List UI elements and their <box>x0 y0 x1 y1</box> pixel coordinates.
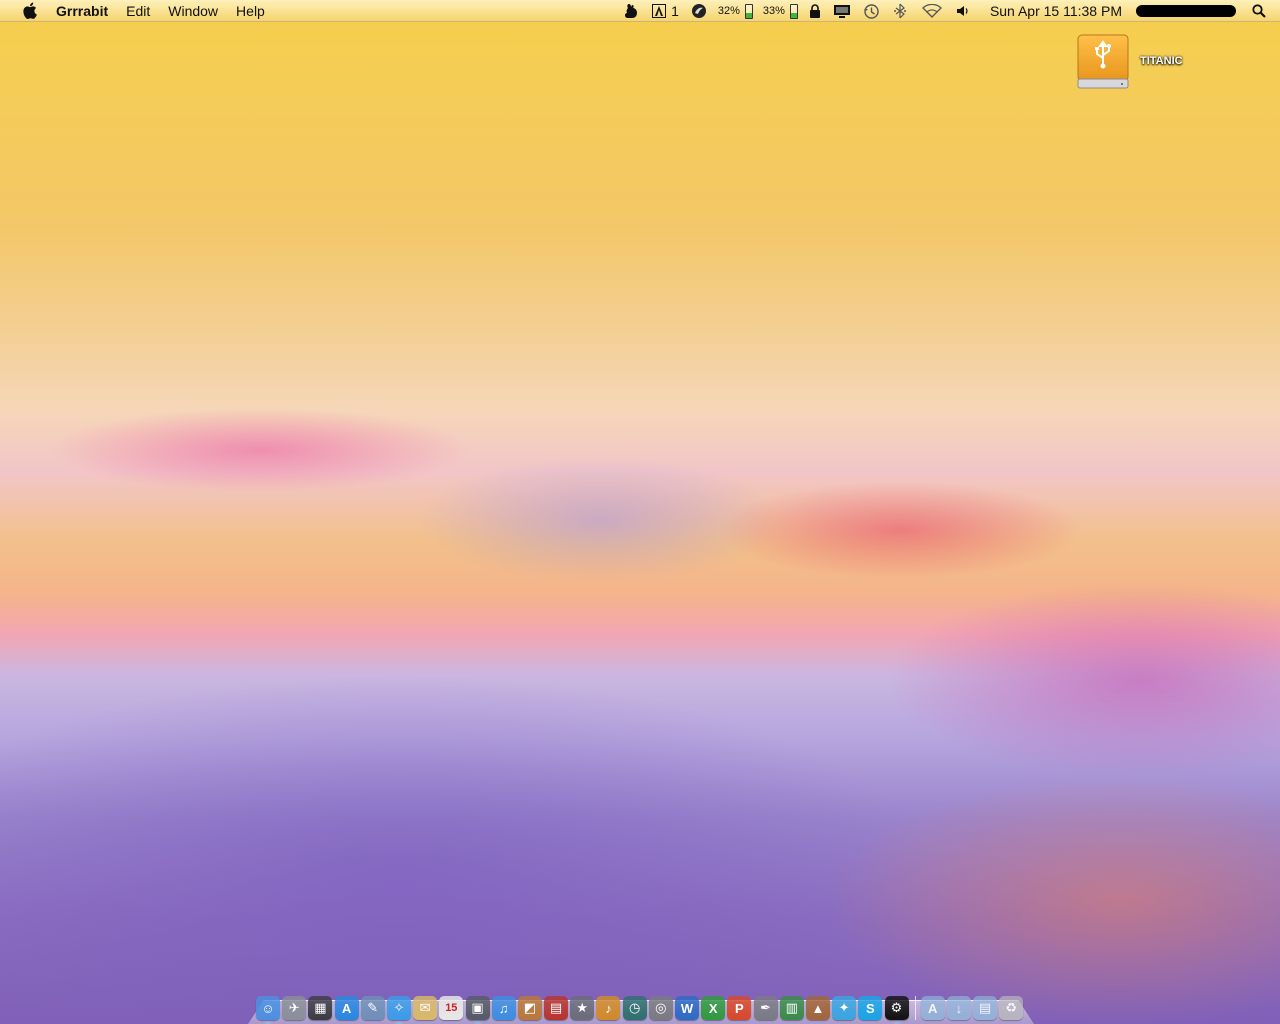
dock-iphoto-icon[interactable]: ◩ <box>517 996 542 1020</box>
volume-icon[interactable] <box>956 0 970 22</box>
dock-downloads-stack-icon[interactable]: ↓ <box>946 996 971 1020</box>
desktop-wallpaper <box>0 0 1280 1024</box>
dock: ☺ ✈ ▦ A ✎ ✧ ✉ 15 ▣ ♫ ◩ ▤ ★ ♪ ◷ ◎ W X P ✒ ▥ ▲ ✦ S ⚙ A ↓ ▤ ♻ <box>248 986 1034 1024</box>
dock-app-store-icon[interactable]: A <box>334 996 359 1020</box>
dock-garageband-icon[interactable]: ♪ <box>596 996 621 1020</box>
battery-indicator-1[interactable]: 32% <box>718 0 753 22</box>
dock-notes-icon[interactable]: ✉ <box>413 996 438 1020</box>
dock-powerpoint-icon[interactable]: P <box>727 996 752 1020</box>
battery-2-fill <box>790 13 797 18</box>
display-icon[interactable] <box>833 0 851 22</box>
battery-1-percent: 32% <box>717 5 740 17</box>
menu-clock[interactable]: Sun Apr 15 11:38 PM <box>990 3 1122 19</box>
apple-logo-icon[interactable] <box>18 0 40 22</box>
dock-applications-stack-icon[interactable]: A <box>920 996 945 1020</box>
dock-imovie-icon[interactable]: ★ <box>570 996 595 1020</box>
dock-launchpad-icon[interactable]: ✈ <box>282 996 307 1020</box>
dock-itunes-icon[interactable]: ♫ <box>491 996 516 1020</box>
app-menu-grrrabit[interactable]: Grrrabit <box>54 0 117 22</box>
dock-documents-stack-icon[interactable]: ▤ <box>973 996 998 1020</box>
dock-time-machine-icon[interactable]: ◷ <box>622 996 647 1020</box>
dock-photo-booth-icon[interactable]: ▤ <box>544 996 569 1020</box>
dock-activity-monitor-icon[interactable]: ▥ <box>779 996 804 1020</box>
battery-1-icon <box>744 3 753 19</box>
time-machine-icon[interactable] <box>863 0 880 22</box>
dock-word-icon[interactable]: W <box>675 996 699 1020</box>
growl-icon[interactable] <box>624 0 640 22</box>
dock-finder-icon[interactable]: ☺ <box>256 996 280 1024</box>
spotlight-icon[interactable] <box>1252 0 1266 22</box>
menu-edit[interactable]: Edit <box>117 0 159 22</box>
adobe-icon[interactable]: 1 <box>652 0 679 22</box>
dock-mission-control-icon[interactable]: ▦ <box>308 996 333 1020</box>
drive-label[interactable]: TITANIC <box>1140 55 1183 67</box>
usb-drive-icon <box>1077 34 1129 89</box>
battery-1-fill <box>745 13 752 18</box>
dock-keynote-icon[interactable]: ▲ <box>805 996 830 1020</box>
dock-skype-icon[interactable]: S <box>858 996 883 1020</box>
dock-safari-icon[interactable]: ✧ <box>386 996 411 1024</box>
dock-ical-icon[interactable]: 15 <box>439 996 464 1020</box>
lock-icon[interactable] <box>809 0 821 22</box>
battery-indicator-2[interactable]: 33% <box>763 0 798 22</box>
dock-preview-photos-icon[interactable]: ▣ <box>465 996 490 1024</box>
dock-trash-icon[interactable]: ♻ <box>999 996 1024 1020</box>
istat-icon[interactable] <box>691 0 707 22</box>
battery-2-percent: 33% <box>762 5 785 17</box>
menu-window[interactable]: Window <box>159 0 227 22</box>
dock-icon-row: ☺ ✈ ▦ A ✎ ✧ ✉ 15 ▣ ♫ ◩ ▤ ★ ♪ ◷ ◎ W X P ✒ ▥ ▲ ✦ S ⚙ A ↓ ▤ ♻ <box>256 988 1025 1024</box>
bluetooth-icon[interactable] <box>892 0 908 22</box>
dock-steam-icon[interactable]: ⚙ <box>884 996 909 1024</box>
titanic-drive-icon[interactable] <box>1075 33 1131 91</box>
menu-help[interactable]: Help <box>227 0 274 22</box>
redacted-username[interactable] <box>1136 5 1236 17</box>
battery-2-icon <box>789 3 798 19</box>
wifi-icon[interactable] <box>922 0 942 22</box>
adobe-count: 1 <box>671 3 679 19</box>
dock-twitter-icon[interactable]: ✦ <box>832 996 857 1020</box>
dock-excel-icon[interactable]: X <box>701 996 726 1020</box>
dock-separator <box>914 996 916 1020</box>
dock-pen-tool-icon[interactable]: ✒ <box>753 996 778 1020</box>
menu-bar: Grrrabit Edit Window Help 1 32% 33% Sun … <box>0 0 1280 22</box>
dock-screen-capture-icon[interactable]: ◎ <box>648 996 673 1020</box>
dock-preview-icon[interactable]: ✎ <box>360 996 385 1020</box>
